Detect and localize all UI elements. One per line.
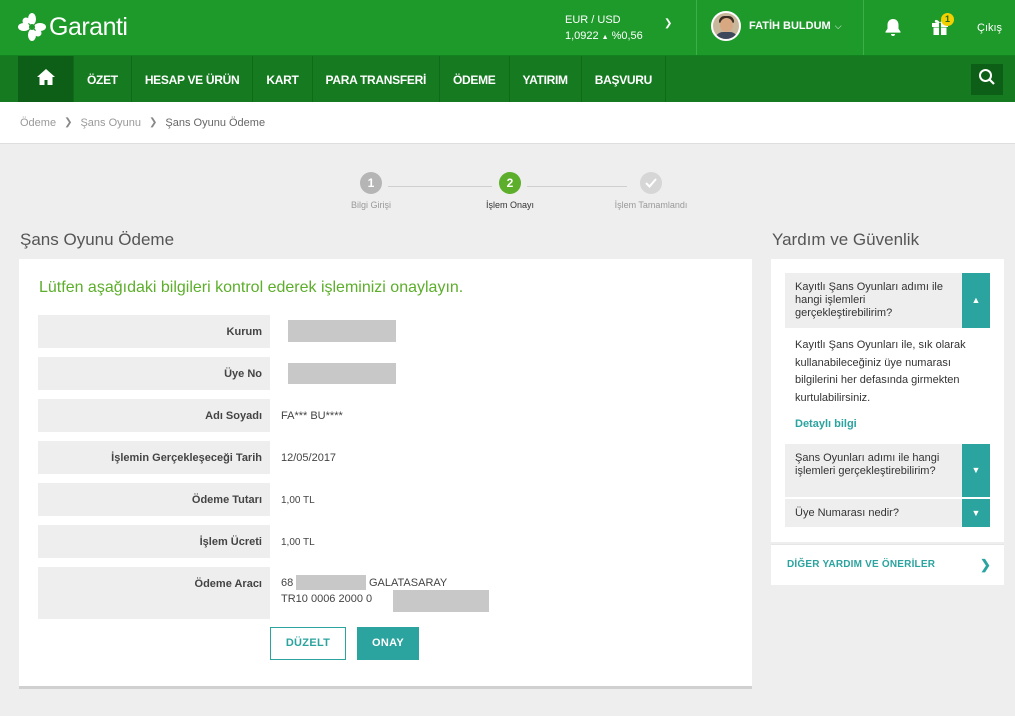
row-adi-soyadi: Adı Soyadı FA*** BU****: [38, 399, 732, 432]
chevron-right-icon: ❯: [64, 117, 73, 128]
row-value: 1,00 TL: [281, 537, 315, 548]
edit-button[interactable]: DÜZELT: [270, 627, 346, 660]
home-icon: [36, 68, 56, 91]
row-label: Ödeme Tutarı: [38, 483, 270, 516]
user-menu[interactable]: FATİH BULDUM ⌵: [711, 11, 842, 41]
nav-item-basvuru[interactable]: BAŞVURU: [580, 56, 667, 103]
breadcrumb: Ödeme ❯ Şans Oyunu ❯ Şans Oyunu Ödeme: [0, 102, 1015, 144]
breadcrumb-item-sans-oyunu[interactable]: Şans Oyunu: [80, 117, 141, 129]
row-value: 1,00 TL: [281, 495, 315, 506]
avatar: [711, 11, 741, 41]
nav-item-hesap-ve-urun[interactable]: HESAP VE ÜRÜN: [130, 56, 253, 103]
more-help-label: DİĞER YARDIM VE ÖNERİLER: [787, 559, 936, 570]
help-question: Üye Numarası nedir?: [795, 507, 899, 519]
row-label: Adı Soyadı: [38, 399, 270, 432]
breadcrumb-item-odeme[interactable]: Ödeme: [20, 117, 56, 129]
step-2-circle: 2: [499, 172, 521, 194]
top-bar: Garanti EUR / USD 1,0922 ▲ %0,56 ❯ FATİH B…: [0, 0, 1015, 55]
search-icon: [978, 68, 996, 91]
confirmation-card: Lütfen aşağıdaki bilgileri kontrol edere…: [19, 259, 752, 689]
bell-icon[interactable]: [884, 18, 902, 42]
checkmark-icon: [645, 177, 657, 191]
help-accordion-item[interactable]: Üye Numarası nedir? ▼: [785, 499, 990, 527]
row-value: 12/05/2017: [281, 452, 337, 464]
redacted-value: [393, 590, 489, 612]
breadcrumb-current: Şans Oyunu Ödeme: [165, 116, 266, 129]
row-kurum: Kurum: [38, 315, 732, 348]
redacted-value: [288, 363, 396, 384]
redacted-value: [288, 320, 396, 342]
currency-change: %0,56: [611, 30, 643, 42]
step-1-circle: 1: [360, 172, 382, 194]
row-label: İşlem Ücreti: [38, 525, 270, 558]
step-2-label: İşlem Onayı: [485, 200, 534, 210]
brand-name: Garanti: [49, 12, 128, 41]
row-odeme-tutari: Ödeme Tutarı 1,00 TL: [38, 483, 732, 516]
account-prefix: 68: [281, 577, 294, 589]
row-islem-ucreti: İşlem Ücreti 1,00 TL: [38, 525, 732, 558]
chevron-right-icon: ❯: [980, 557, 991, 572]
chevron-down-icon[interactable]: ▼: [962, 444, 990, 497]
confirmation-heading: Lütfen aşağıdaki bilgileri kontrol edere…: [39, 279, 464, 296]
redacted-value: [296, 575, 366, 590]
step-connector: [527, 186, 627, 187]
confirm-button[interactable]: ONAY: [357, 627, 419, 660]
nav-item-odeme[interactable]: ÖDEME: [439, 56, 509, 103]
row-value-line-1: 68: [281, 577, 293, 589]
currency-rate: 1,0922: [565, 30, 599, 42]
page-title: Şans Oyunu Ödeme: [20, 230, 175, 249]
help-title: Yardım ve Güvenlik: [772, 230, 920, 249]
step-3-circle: [640, 172, 662, 194]
row-label: Ödeme Aracı: [38, 567, 270, 619]
row-label: Üye No: [38, 357, 270, 390]
currency-chevron-down-icon[interactable]: ❯: [664, 18, 672, 29]
row-value: FA*** BU****: [281, 410, 343, 422]
chevron-up-icon[interactable]: ▲: [962, 273, 990, 328]
chevron-right-icon: ❯: [149, 117, 158, 128]
step-1-label: Bilgi Girişi: [350, 200, 391, 210]
gift-count-badge: 1: [941, 13, 954, 26]
step-connector: [388, 186, 492, 187]
iban-prefix: TR10 0006 2000 0: [281, 593, 373, 605]
nav-item-ozet[interactable]: ÖZET: [73, 56, 131, 103]
chevron-down-icon[interactable]: ▼: [962, 499, 990, 527]
more-help-link[interactable]: DİĞER YARDIM VE ÖNERİLER ❯: [771, 544, 1004, 585]
trend-up-icon: ▲: [601, 34, 609, 41]
currency-rate-line: 1,0922 ▲ %0,56: [565, 28, 643, 46]
progress-stepper: 1 2 Bilgi Girişi İşlem Onayı İşlem Tamam…: [330, 172, 730, 222]
help-question: Kayıtlı Şans Oyunları adımı ile hangi iş…: [795, 281, 943, 319]
currency-pair: EUR / USD: [565, 14, 621, 26]
row-islem-tarihi: İşlemin Gerçekleşeceği Tarih 12/05/2017: [38, 441, 732, 474]
step-3-label: İşlem Tamamlandı: [614, 200, 688, 210]
home-button[interactable]: [18, 56, 73, 103]
account-holder: GALATASARAY: [369, 577, 448, 589]
help-panel: Kayıtlı Şans Oyunları adımı ile hangi iş…: [771, 259, 1004, 542]
row-label: İşlemin Gerçekleşeceği Tarih: [38, 441, 270, 474]
currency-widget[interactable]: EUR / USD 1,0922 ▲ %0,56: [565, 12, 643, 46]
row-label: Kurum: [38, 315, 270, 348]
help-answer: Kayıtlı Şans Oyunları ile, sık olarak ku…: [795, 339, 966, 404]
user-chevron-down-icon: ⌵: [834, 20, 842, 31]
nav-item-para-transferi[interactable]: PARA TRANSFERİ: [311, 56, 439, 103]
garanti-logo[interactable]: Garanti: [18, 12, 128, 42]
help-question: Şans Oyunları adımı ile hangi işlemleri …: [795, 452, 940, 477]
divider: [696, 0, 697, 55]
clover-logo-icon: [18, 12, 46, 42]
nav-item-kart[interactable]: KART: [252, 56, 311, 103]
row-odeme-araci: Ödeme Aracı 68 GALATASARAY TR10 0006 200…: [38, 567, 732, 619]
help-accordion-item[interactable]: Şans Oyunları adımı ile hangi işlemleri …: [785, 444, 990, 497]
divider: [863, 0, 864, 55]
logout-link[interactable]: Çıkış: [977, 22, 1002, 34]
help-accordion-item[interactable]: Kayıtlı Şans Oyunları adımı ile hangi iş…: [785, 273, 990, 328]
row-uye-no: Üye No: [38, 357, 732, 390]
search-button[interactable]: [971, 64, 1003, 95]
user-name: FATİH BULDUM: [749, 20, 831, 32]
main-nav: ÖZET HESAP VE ÜRÜN KART PARA TRANSFERİ Ö…: [0, 55, 1015, 103]
detail-link[interactable]: Detaylı bilgi: [795, 418, 857, 430]
nav-item-yatirim[interactable]: YATIRIM: [508, 56, 581, 103]
